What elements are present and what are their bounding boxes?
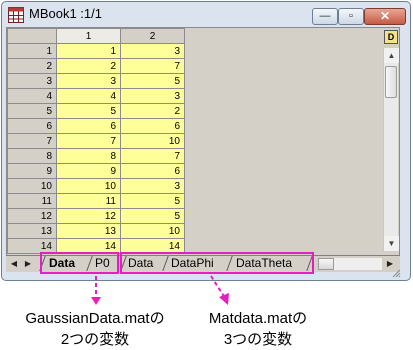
table-row: 666 <box>7 118 185 134</box>
restore-button[interactable]: ▫ <box>338 8 364 25</box>
vertical-scrollbar[interactable]: ▲ ▼ <box>383 48 399 251</box>
scroll-up-arrow-icon[interactable]: ▲ <box>384 48 399 63</box>
callout-gaussian: GaussianData.matの 2つの変数 <box>10 308 180 350</box>
table-row: 11 11 5 <box>7 193 185 209</box>
table-row: 227 <box>7 58 185 74</box>
row-header[interactable]: 2 <box>7 58 57 74</box>
column-header-2[interactable]: 2 <box>120 28 185 44</box>
matrix-sheet: 1 2 113 227 335 443 552 666 7 7 10 887 996… <box>6 27 400 270</box>
cell[interactable]: 8 <box>56 148 121 164</box>
row-header[interactable]: 10 <box>7 178 57 194</box>
row-header[interactable]: 7 <box>7 133 57 149</box>
cell[interactable]: 7 <box>120 58 185 74</box>
row-header[interactable]: 3 <box>7 73 57 89</box>
horizontal-scrollbar[interactable] <box>318 258 382 270</box>
tab-nav-prev-icon[interactable]: ◀ <box>8 257 20 270</box>
cell[interactable]: 5 <box>120 208 185 224</box>
arrowhead-right-icon <box>219 293 229 305</box>
callout-gaussian-line1: GaussianData.matの <box>25 310 165 327</box>
highlight-box-matdata <box>120 252 314 274</box>
matrix-book-icon <box>8 7 24 23</box>
cell[interactable]: 2 <box>56 58 121 74</box>
minimize-button[interactable]: — <box>312 8 338 25</box>
cell[interactable]: 2 <box>120 103 185 119</box>
tab-nav-next-icon[interactable]: ▶ <box>22 257 34 270</box>
table-row: 335 <box>7 73 185 89</box>
cell[interactable]: 5 <box>120 73 185 89</box>
table-row: 996 <box>7 163 185 179</box>
row-header[interactable]: 11 <box>7 193 57 209</box>
restore-icon: ▫ <box>349 10 353 22</box>
row-header[interactable]: 4 <box>7 88 57 104</box>
cell[interactable]: 1 <box>56 43 121 59</box>
table-row: 443 <box>7 88 185 104</box>
close-icon: ✕ <box>379 9 391 23</box>
cell[interactable]: 3 <box>120 43 185 59</box>
cell[interactable]: 6 <box>120 118 185 134</box>
cell[interactable]: 11 <box>56 193 121 209</box>
table-row: 13 13 10 <box>7 223 185 239</box>
arrowhead-left-icon <box>91 297 101 305</box>
table-row: 113 <box>7 43 185 59</box>
table-row: 887 <box>7 148 185 164</box>
callout-matdata: Matdata.matの 3つの変数 <box>183 308 333 350</box>
cell[interactable]: 7 <box>56 133 121 149</box>
cell[interactable]: 12 <box>56 208 121 224</box>
table-row: 10 10 3 <box>7 178 185 194</box>
column-header-1[interactable]: 1 <box>56 28 121 44</box>
table-row: 552 <box>7 103 185 119</box>
cell[interactable]: 10 <box>120 223 185 239</box>
row-header[interactable]: 9 <box>7 163 57 179</box>
resize-grip-icon[interactable] <box>391 268 401 278</box>
close-button[interactable]: ✕ <box>364 8 406 25</box>
row-header[interactable]: 6 <box>7 118 57 134</box>
highlight-box-gaussian <box>40 252 119 274</box>
scroll-down-arrow-icon[interactable]: ▼ <box>384 236 399 251</box>
cell[interactable]: 6 <box>56 118 121 134</box>
cell[interactable]: 4 <box>56 88 121 104</box>
row-header[interactable]: 8 <box>7 148 57 164</box>
row-header[interactable]: 12 <box>7 208 57 224</box>
column-header-row: 1 2 <box>7 28 185 44</box>
corner-cell[interactable] <box>7 28 57 44</box>
row-header[interactable]: 1 <box>7 43 57 59</box>
cell[interactable]: 13 <box>56 223 121 239</box>
title-bar[interactable]: MBook1 :1/1 — ▫ ✕ <box>2 2 410 28</box>
callout-matdata-line1: Matdata.matの <box>208 310 308 327</box>
cell[interactable]: 9 <box>56 163 121 179</box>
table-row: 12 12 5 <box>7 208 185 224</box>
window-title: MBook1 :1/1 <box>29 6 102 21</box>
cell[interactable]: 5 <box>56 103 121 119</box>
cell[interactable]: 5 <box>120 193 185 209</box>
cell[interactable]: 7 <box>120 148 185 164</box>
horizontal-scroll-thumb[interactable] <box>318 258 334 270</box>
row-header[interactable]: 5 <box>7 103 57 119</box>
row-header[interactable]: 13 <box>7 223 57 239</box>
table-row: 7 7 10 <box>7 133 185 149</box>
cell[interactable]: 6 <box>120 163 185 179</box>
minimize-icon: — <box>319 10 331 22</box>
matrix-grid: 1 2 113 227 335 443 552 666 7 7 10 887 996… <box>7 28 185 254</box>
cell[interactable]: 10 <box>120 133 185 149</box>
cell[interactable]: 3 <box>56 73 121 89</box>
cell[interactable]: 3 <box>120 178 185 194</box>
vertical-scroll-thumb[interactable] <box>385 66 397 98</box>
cell[interactable]: 10 <box>56 178 121 194</box>
cell[interactable]: 3 <box>120 88 185 104</box>
d-badge-icon[interactable]: D <box>384 30 398 44</box>
